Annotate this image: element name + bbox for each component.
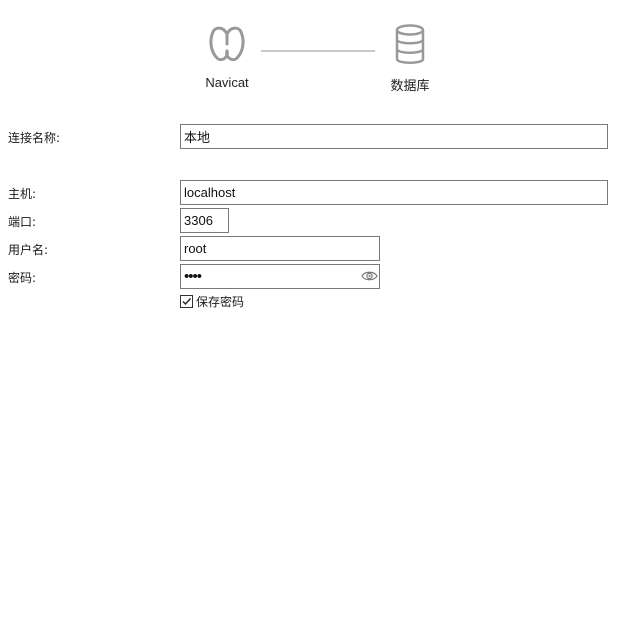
step-navicat: Navicat xyxy=(182,22,272,90)
navicat-logo-icon xyxy=(209,26,245,62)
username-label: 用户名: xyxy=(8,243,49,257)
host-label: 主机: xyxy=(8,187,37,201)
save-password-label: 保存密码 xyxy=(196,295,245,309)
database-icon xyxy=(395,24,425,64)
step-database: 数据库 xyxy=(365,24,455,94)
connection-name-input[interactable] xyxy=(180,124,608,149)
wizard-header: Navicat 数据库 xyxy=(0,0,636,100)
password-label: 密码: xyxy=(8,271,37,285)
step-database-label: 数据库 xyxy=(390,78,430,93)
connection-name-label: 连接名称: xyxy=(8,131,61,145)
show-password-button[interactable] xyxy=(359,266,379,286)
step-navicat-label: Navicat xyxy=(205,75,249,90)
port-label: 端口: xyxy=(8,215,37,229)
port-input[interactable] xyxy=(180,208,229,233)
eye-icon xyxy=(360,271,378,281)
username-input[interactable] xyxy=(180,236,380,261)
checkbox-box[interactable] xyxy=(180,295,193,308)
save-password-checkbox[interactable]: 保存密码 xyxy=(180,293,244,310)
step-connector xyxy=(261,50,375,52)
password-input[interactable] xyxy=(180,264,380,289)
host-input[interactable] xyxy=(180,180,608,205)
checkmark-icon xyxy=(182,298,192,306)
